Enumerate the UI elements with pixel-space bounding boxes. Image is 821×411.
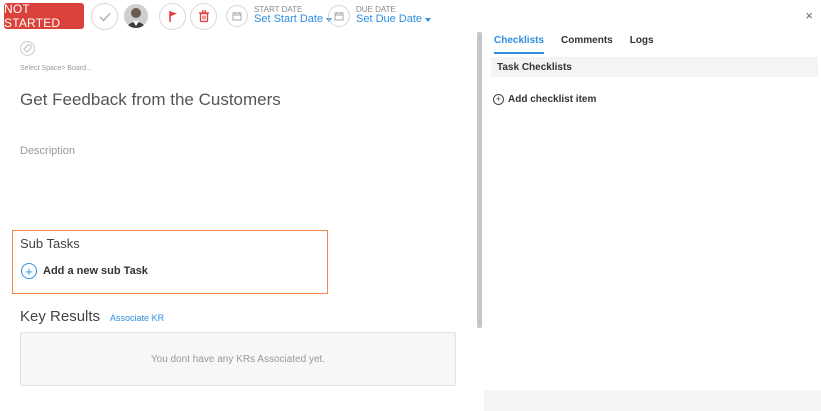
delete-button[interactable] [190,3,217,30]
tab-comments[interactable]: Comments [561,32,613,54]
due-date-picker[interactable]: DUE DATE Set Due Date [328,2,432,30]
subtasks-section: Sub Tasks + Add a new sub Task [12,230,328,294]
key-results-header: Key Results Associate KR [20,308,164,325]
caret-down-icon [425,18,432,23]
close-icon[interactable]: × [805,8,813,23]
add-checklist-item-button[interactable]: + Add checklist item [493,94,596,105]
checklist-section-header: Task Checklists [491,57,818,77]
description-field[interactable]: Description [20,145,75,157]
mark-complete-button[interactable] [91,3,118,30]
checklist-section-title: Task Checklists [497,62,572,73]
tag-icon[interactable] [20,41,35,56]
key-results-title: Key Results [20,308,101,325]
tab-logs[interactable]: Logs [630,32,654,54]
key-results-empty-text: You dont have any KRs Associated yet. [150,353,326,365]
avatar[interactable] [124,4,148,28]
calendar-icon [328,5,350,27]
breadcrumb[interactable]: Select Space> Board... [20,65,92,72]
due-date-value[interactable]: Set Due Date [356,14,432,26]
check-icon [98,12,111,22]
right-panel-tabs: Checklists Comments Logs [494,32,671,54]
priority-button[interactable] [159,3,186,30]
task-details-panel: Select Space> Board... Get Feedback from… [0,32,476,411]
add-subtask-button[interactable]: + Add a new sub Task [21,263,148,279]
calendar-icon [226,5,248,27]
scrollbar[interactable] [477,32,482,328]
task-toolbar: NOT STARTED START DATE Set Start Date DU… [0,0,821,32]
flag-icon [168,11,177,22]
key-results-empty-box: You dont have any KRs Associated yet. [20,332,456,386]
add-subtask-label: Add a new sub Task [43,265,148,277]
start-date-picker[interactable]: START DATE Set Start Date [226,2,333,30]
tab-checklists[interactable]: Checklists [494,32,545,54]
plus-circle-icon: + [493,94,504,105]
right-panel-footer [484,390,821,411]
add-checklist-item-label: Add checklist item [508,94,597,105]
right-panel: Checklists Comments Logs Task Checklists… [484,32,821,390]
start-date-value[interactable]: Set Start Date [254,14,333,26]
trash-icon [198,10,209,23]
task-title[interactable]: Get Feedback from the Customers [20,90,281,110]
plus-circle-icon: + [21,263,37,279]
status-button[interactable]: NOT STARTED [4,2,84,30]
associate-kr-link[interactable]: Associate KR [110,313,164,323]
subtasks-title: Sub Tasks [20,236,80,251]
